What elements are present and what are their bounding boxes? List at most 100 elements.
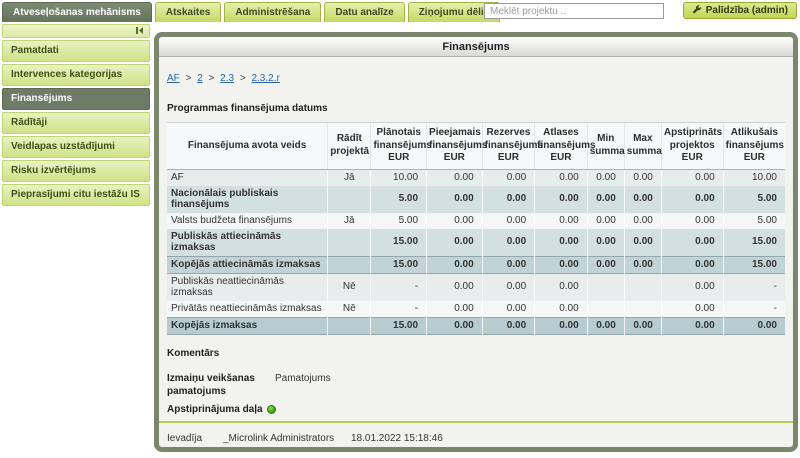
sidebar-item-pieprasijumi-citu-iestazu-is[interactable]: Pieprasījumi citu iestāžu IS — [2, 184, 150, 206]
info-icon[interactable] — [267, 405, 276, 414]
cell-value: 0.00 — [661, 256, 723, 273]
cell-value: 0.00 — [482, 256, 535, 273]
row-label: Kopējās attiecināmās izmaksas — [167, 256, 328, 273]
tab-atskaites[interactable]: Atskaites — [155, 2, 221, 22]
tab-atveselosanas-mehanisms[interactable]: Atveseļošanas mehānisms — [2, 2, 152, 22]
audit-row-approved: Apstiprināja _Microlink Administrators 1… — [167, 447, 785, 453]
table-row: Valsts budžeta finansējums Jā 5.00 0.00 … — [167, 213, 785, 229]
cell-value: 5.00 — [371, 213, 427, 229]
cell-value: 0.00 — [535, 301, 588, 318]
cell-value: 15.00 — [371, 317, 427, 334]
cell-value: 0.00 — [661, 229, 723, 257]
breadcrumb-link-af[interactable]: AF — [167, 73, 180, 84]
wrench-icon — [692, 5, 702, 15]
comment-label: Komentārs — [167, 348, 785, 359]
help-button-label: Palīdzība (admin) — [706, 5, 788, 16]
row-label: Valsts budžeta finansējums — [167, 213, 328, 229]
cell-show-in-project: Jā — [328, 213, 371, 229]
table-row-total: Kopējās izmaksas 15.00 0.00 0.00 0.00 0.… — [167, 317, 785, 334]
audit-action-label: Ievadīja — [167, 431, 223, 447]
cell-value: 0.00 — [624, 213, 661, 229]
cell-value: 10.00 — [371, 169, 427, 186]
top-navigation: Atveseļošanas mehānisms Atskaites Admini… — [0, 0, 800, 22]
cell-value — [587, 273, 624, 301]
cell-value: 5.00 — [723, 213, 785, 229]
breadcrumb-separator: > — [186, 73, 192, 84]
cell-show-in-project: Nē — [328, 273, 371, 301]
cell-value: 0.00 — [427, 169, 483, 186]
breadcrumb-link-2-3[interactable]: 2.3 — [220, 73, 234, 84]
audit-user: _Microlink Administrators — [223, 431, 351, 447]
cell-value — [624, 301, 661, 318]
financing-table: Finansējuma avota veids Rādīt projektā P… — [167, 122, 785, 335]
cell-value: 0.00 — [661, 273, 723, 301]
sidebar-item-risku-izvertejums[interactable]: Risku izvērtējums — [2, 160, 150, 182]
cell-value: 0.00 — [624, 169, 661, 186]
cell-value: 0.00 — [427, 213, 483, 229]
cell-value: 0.00 — [624, 256, 661, 273]
sidebar-item-intervences-kategorijas[interactable]: Intervences kategorijas — [2, 64, 150, 86]
row-label: Publiskās attiecināmās izmaksas — [167, 229, 328, 257]
sidebar-item-pamatdati[interactable]: Pamatdati — [2, 40, 150, 62]
section-title: Programmas finansējuma datums — [167, 102, 337, 115]
audit-timestamp: 18.01.2022 15:18:49 — [351, 447, 459, 453]
panel-body: AF > 2 > 2.3 > 2.3.2.r Programmas finans… — [159, 57, 793, 452]
column-header-min-summa: Min summa — [587, 123, 624, 170]
cell-value: 0.00 — [427, 229, 483, 257]
sidebar-item-veidlapas-uzstadijumi[interactable]: Veidlapas uzstādījumi — [2, 136, 150, 158]
cell-value: 0.00 — [587, 317, 624, 334]
audit-timestamp: 18.01.2022 15:18:46 — [351, 431, 459, 447]
tab-administresana[interactable]: Administrēšana — [224, 2, 321, 22]
cell-show-in-project — [328, 229, 371, 257]
column-header-avota-veids: Finansējuma avota veids — [167, 123, 328, 170]
sidebar-item-finansejums[interactable]: Finansējums — [2, 88, 150, 110]
cell-value: 0.00 — [427, 273, 483, 301]
column-header-atlases: Atlases finansējums EUR — [535, 123, 588, 170]
row-label: AF — [167, 169, 328, 186]
collapse-left-icon[interactable] — [135, 26, 144, 35]
cell-value: 0.00 — [587, 229, 624, 257]
cell-value: 0.00 — [587, 169, 624, 186]
breadcrumb-link-2-3-2-r[interactable]: 2.3.2.r — [251, 73, 279, 84]
cell-value: 0.00 — [661, 186, 723, 213]
cell-value: 10.00 — [723, 169, 785, 186]
cell-value: - — [723, 273, 785, 301]
breadcrumb-link-2[interactable]: 2 — [197, 73, 203, 84]
cell-value: 0.00 — [624, 229, 661, 257]
cell-value: 0.00 — [587, 213, 624, 229]
help-admin-button[interactable]: Palīdzība (admin) — [683, 2, 797, 19]
cell-value: - — [723, 301, 785, 318]
cell-value: 0.00 — [535, 169, 588, 186]
breadcrumb-separator: > — [209, 73, 215, 84]
cell-value: 0.00 — [482, 229, 535, 257]
cell-value: 0.00 — [587, 186, 624, 213]
cell-value: 0.00 — [427, 256, 483, 273]
cell-value: 0.00 — [661, 213, 723, 229]
cell-value: 15.00 — [371, 256, 427, 273]
table-row: AF Jā 10.00 0.00 0.00 0.00 0.00 0.00 0.0… — [167, 169, 785, 186]
cell-value: 0.00 — [535, 317, 588, 334]
change-reason-value: Pamatojums — [275, 372, 331, 398]
cell-value: 0.00 — [587, 256, 624, 273]
row-label: Nacionālais publiskais finansējums — [167, 186, 328, 213]
table-row: Nacionālais publiskais finansējums 5.00 … — [167, 186, 785, 213]
page-title: Finansējums — [159, 37, 793, 57]
cell-value: 0.00 — [661, 301, 723, 318]
cell-show-in-project: Nē — [328, 301, 371, 318]
cell-value: 0.00 — [427, 301, 483, 318]
sidebar-item-raditaji[interactable]: Rādītāji — [2, 112, 150, 134]
cell-show-in-project: Jā — [328, 169, 371, 186]
column-header-rezerves: Rezerves finansējums EUR — [482, 123, 535, 170]
audit-action-label: Apstiprināja — [167, 447, 223, 453]
tab-datu-analize[interactable]: Datu analīze — [324, 2, 404, 22]
cell-value: 0.00 — [535, 256, 588, 273]
view-approval-link[interactable]: Skatīt — [459, 447, 485, 453]
cell-value: 0.00 — [535, 229, 588, 257]
sidebar-collapse-bar[interactable] — [2, 24, 150, 38]
column-header-atlikusais: Atlikušais finansējums EUR — [723, 123, 785, 170]
cell-show-in-project — [328, 317, 371, 334]
cell-value: - — [371, 301, 427, 318]
search-input[interactable] — [484, 3, 664, 19]
audit-user: _Microlink Administrators — [223, 447, 351, 453]
row-label: Privātās neattiecināmās izmaksas — [167, 301, 328, 318]
